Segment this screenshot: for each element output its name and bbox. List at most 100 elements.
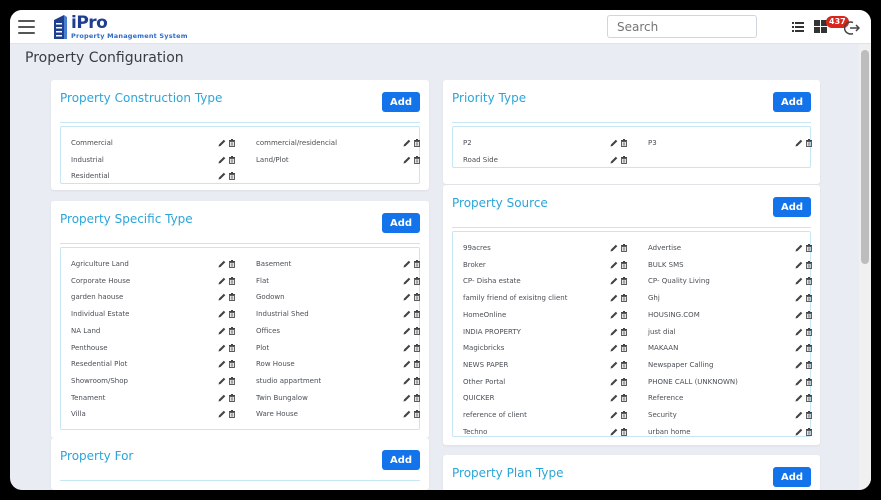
- trash-icon[interactable]: [620, 411, 628, 419]
- trash-icon[interactable]: [228, 343, 236, 352]
- pencil-icon[interactable]: [403, 260, 411, 268]
- trash-icon[interactable]: [620, 277, 628, 286]
- pencil-icon[interactable]: [218, 139, 226, 147]
- pencil-icon[interactable]: [795, 344, 803, 352]
- trash-icon[interactable]: [228, 326, 236, 335]
- pencil-icon[interactable]: [218, 310, 226, 318]
- pencil-icon[interactable]: [218, 172, 226, 180]
- trash-icon[interactable]: [805, 360, 813, 369]
- trash-icon[interactable]: [805, 294, 813, 303]
- trash-icon[interactable]: [805, 310, 813, 319]
- pencil-icon[interactable]: [795, 294, 803, 302]
- trash-icon[interactable]: [805, 377, 813, 386]
- pencil-icon[interactable]: [610, 244, 618, 252]
- pencil-icon[interactable]: [218, 344, 226, 352]
- pencil-icon[interactable]: [610, 261, 618, 269]
- trash-icon[interactable]: [228, 376, 236, 385]
- pencil-icon[interactable]: [218, 327, 226, 335]
- trash-icon[interactable]: [413, 393, 421, 402]
- trash-icon[interactable]: [228, 410, 236, 419]
- pencil-icon[interactable]: [795, 139, 803, 147]
- trash-icon[interactable]: [413, 360, 421, 369]
- trash-icon[interactable]: [805, 260, 813, 269]
- trash-icon[interactable]: [228, 276, 236, 285]
- pencil-icon[interactable]: [403, 310, 411, 318]
- pencil-icon[interactable]: [610, 344, 618, 352]
- trash-icon[interactable]: [413, 293, 421, 302]
- trash-icon[interactable]: [228, 293, 236, 302]
- pencil-icon[interactable]: [610, 328, 618, 336]
- pencil-icon[interactable]: [218, 377, 226, 385]
- pencil-icon[interactable]: [795, 328, 803, 336]
- trash-icon[interactable]: [805, 394, 813, 403]
- pencil-icon[interactable]: [610, 428, 618, 436]
- pencil-icon[interactable]: [403, 293, 411, 301]
- logout-icon[interactable]: [844, 20, 860, 36]
- pencil-icon[interactable]: [403, 360, 411, 368]
- pencil-icon[interactable]: [795, 411, 803, 419]
- pencil-icon[interactable]: [795, 244, 803, 252]
- add-specific-type-button[interactable]: Add: [382, 213, 420, 233]
- trash-icon[interactable]: [620, 327, 628, 336]
- trash-icon[interactable]: [228, 260, 236, 268]
- pencil-icon[interactable]: [795, 361, 803, 369]
- add-construction-type-button[interactable]: Add: [382, 92, 420, 112]
- page-scrollbar[interactable]: [859, 44, 871, 490]
- list-view-icon[interactable]: [792, 22, 804, 32]
- pencil-icon[interactable]: [218, 260, 226, 268]
- pencil-icon[interactable]: [795, 311, 803, 319]
- pencil-icon[interactable]: [403, 277, 411, 285]
- trash-icon[interactable]: [620, 260, 628, 269]
- pencil-icon[interactable]: [218, 156, 226, 164]
- add-priority-type-button[interactable]: Add: [773, 92, 811, 112]
- pencil-icon[interactable]: [218, 360, 226, 368]
- pencil-icon[interactable]: [403, 377, 411, 385]
- pencil-icon[interactable]: [403, 344, 411, 352]
- pencil-icon[interactable]: [403, 139, 411, 147]
- add-property-source-button[interactable]: Add: [773, 197, 811, 217]
- pencil-icon[interactable]: [610, 156, 618, 164]
- trash-icon[interactable]: [620, 155, 628, 164]
- pencil-icon[interactable]: [610, 411, 618, 419]
- trash-icon[interactable]: [228, 172, 236, 181]
- hamburger-icon[interactable]: [18, 20, 35, 34]
- trash-icon[interactable]: [805, 139, 813, 147]
- pencil-icon[interactable]: [218, 277, 226, 285]
- trash-icon[interactable]: [413, 276, 421, 285]
- pencil-icon[interactable]: [795, 378, 803, 386]
- trash-icon[interactable]: [620, 360, 628, 369]
- scrollbar-thumb[interactable]: [861, 50, 869, 264]
- add-property-for-button[interactable]: Add: [382, 450, 420, 470]
- trash-icon[interactable]: [413, 410, 421, 419]
- trash-icon[interactable]: [805, 327, 813, 336]
- trash-icon[interactable]: [620, 310, 628, 319]
- trash-icon[interactable]: [228, 393, 236, 402]
- trash-icon[interactable]: [228, 360, 236, 369]
- pencil-icon[interactable]: [610, 139, 618, 147]
- trash-icon[interactable]: [228, 139, 236, 147]
- trash-icon[interactable]: [805, 344, 813, 353]
- pencil-icon[interactable]: [795, 428, 803, 436]
- pencil-icon[interactable]: [795, 261, 803, 269]
- trash-icon[interactable]: [620, 427, 628, 436]
- pencil-icon[interactable]: [403, 156, 411, 164]
- pencil-icon[interactable]: [403, 394, 411, 402]
- trash-icon[interactable]: [620, 377, 628, 386]
- trash-icon[interactable]: [805, 411, 813, 419]
- pencil-icon[interactable]: [610, 361, 618, 369]
- pencil-icon[interactable]: [218, 394, 226, 402]
- trash-icon[interactable]: [805, 244, 813, 252]
- trash-icon[interactable]: [228, 155, 236, 164]
- trash-icon[interactable]: [620, 139, 628, 147]
- trash-icon[interactable]: [413, 155, 421, 164]
- search-input[interactable]: [607, 15, 757, 38]
- trash-icon[interactable]: [228, 310, 236, 319]
- trash-icon[interactable]: [413, 139, 421, 147]
- pencil-icon[interactable]: [218, 410, 226, 418]
- pencil-icon[interactable]: [610, 311, 618, 319]
- trash-icon[interactable]: [620, 344, 628, 353]
- trash-icon[interactable]: [620, 244, 628, 252]
- pencil-icon[interactable]: [403, 410, 411, 418]
- trash-icon[interactable]: [805, 427, 813, 436]
- trash-icon[interactable]: [413, 343, 421, 352]
